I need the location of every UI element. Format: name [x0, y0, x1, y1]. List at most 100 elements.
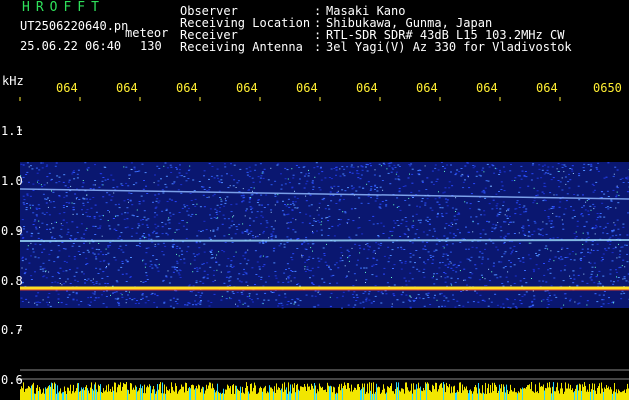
noise-speck: [137, 245, 140, 246]
noise-speck: [480, 263, 483, 265]
noise-speck: [203, 189, 206, 190]
power-bar: [489, 393, 490, 400]
noise-speck: [427, 297, 430, 298]
noise-speck: [607, 208, 610, 210]
power-bar: [236, 385, 237, 400]
noise-speck: [345, 276, 347, 278]
noise-speck: [610, 280, 612, 282]
noise-speck: [81, 186, 84, 188]
bright-speck: [285, 278, 287, 280]
power-bar: [227, 384, 228, 400]
noise-speck: [247, 305, 250, 307]
noise-speck: [504, 235, 507, 237]
noise-speck: [414, 233, 417, 235]
noise-speck: [263, 207, 266, 208]
bright-speck: [196, 203, 198, 205]
noise-speck: [419, 206, 421, 208]
noise-speck: [484, 248, 486, 250]
noise-speck: [416, 268, 419, 270]
noise-speck: [252, 220, 255, 222]
power-bar: [444, 384, 445, 400]
power-bar: [620, 392, 621, 400]
noise-speck: [555, 296, 558, 298]
noise-speck: [228, 271, 231, 273]
noise-speck: [53, 206, 56, 208]
noise-speck: [475, 268, 478, 270]
noise-speck: [145, 252, 148, 254]
noise-speck: [472, 165, 475, 166]
noise-speck: [564, 257, 567, 258]
noise-speck: [34, 256, 37, 258]
noise-speck: [595, 219, 598, 221]
noise-speck: [495, 205, 498, 207]
noise-speck: [172, 271, 175, 273]
noise-speck: [185, 228, 188, 230]
noise-speck: [515, 251, 518, 252]
noise-speck: [241, 231, 244, 233]
noise-speck: [252, 301, 254, 303]
noise-speck: [457, 212, 460, 214]
noise-speck: [443, 272, 446, 273]
noise-speck: [202, 282, 205, 284]
noise-speck: [248, 293, 251, 295]
noise-speck: [46, 176, 49, 178]
power-bar: [459, 382, 460, 400]
noise-speck: [266, 222, 269, 224]
noise-speck: [202, 186, 205, 188]
noise-speck: [599, 213, 602, 214]
noise-speck: [431, 209, 434, 211]
noise-speck: [114, 204, 117, 206]
bright-speck: [195, 214, 197, 215]
bright-speck: [84, 198, 86, 200]
power-bar: [268, 392, 269, 400]
noise-speck: [241, 293, 244, 295]
noise-speck: [278, 294, 281, 296]
noise-speck: [37, 179, 40, 181]
noise-speck: [37, 292, 40, 294]
noise-speck: [66, 206, 68, 207]
noise-speck: [504, 251, 507, 253]
noise-speck: [534, 222, 537, 224]
noise-speck: [64, 185, 67, 187]
noise-speck: [102, 271, 105, 273]
power-bar: [133, 387, 134, 400]
power-bar: [375, 391, 376, 400]
noise-speck: [496, 215, 499, 217]
noise-speck: [191, 213, 194, 215]
power-bar: [156, 391, 157, 400]
hrofft-screen: HROFFT UT2506220640.pn meteor 25.06.22 0…: [0, 0, 629, 400]
noise-speck: [23, 273, 26, 275]
noise-speck: [141, 223, 144, 225]
noise-speck: [202, 194, 205, 196]
noise-speck: [563, 164, 566, 166]
noise-speck: [607, 162, 610, 164]
power-bar: [487, 388, 488, 400]
noise-speck: [499, 236, 502, 238]
noise-speck: [56, 257, 59, 259]
bright-speck: [101, 235, 103, 237]
noise-speck: [468, 231, 471, 233]
bright-speck: [290, 280, 292, 282]
noise-speck: [270, 238, 273, 240]
power-bar: [132, 389, 133, 400]
bright-speck: [510, 285, 512, 287]
power-bar: [277, 389, 278, 400]
noise-speck: [230, 225, 233, 227]
noise-speck: [555, 194, 558, 196]
power-bar: [211, 388, 212, 400]
power-bar: [264, 387, 265, 400]
power-bar: [212, 383, 213, 400]
power-bar: [44, 393, 45, 400]
power-bar: [335, 393, 336, 400]
noise-speck: [166, 234, 169, 236]
noise-speck: [405, 220, 408, 222]
noise-speck: [82, 204, 85, 206]
noise-speck: [331, 225, 334, 227]
noise-speck: [317, 266, 320, 268]
bright-speck: [464, 201, 466, 203]
noise-speck: [591, 244, 594, 246]
noise-speck: [542, 299, 545, 301]
noise-speck: [169, 215, 172, 217]
noise-speck: [396, 220, 399, 221]
noise-speck: [284, 293, 287, 295]
